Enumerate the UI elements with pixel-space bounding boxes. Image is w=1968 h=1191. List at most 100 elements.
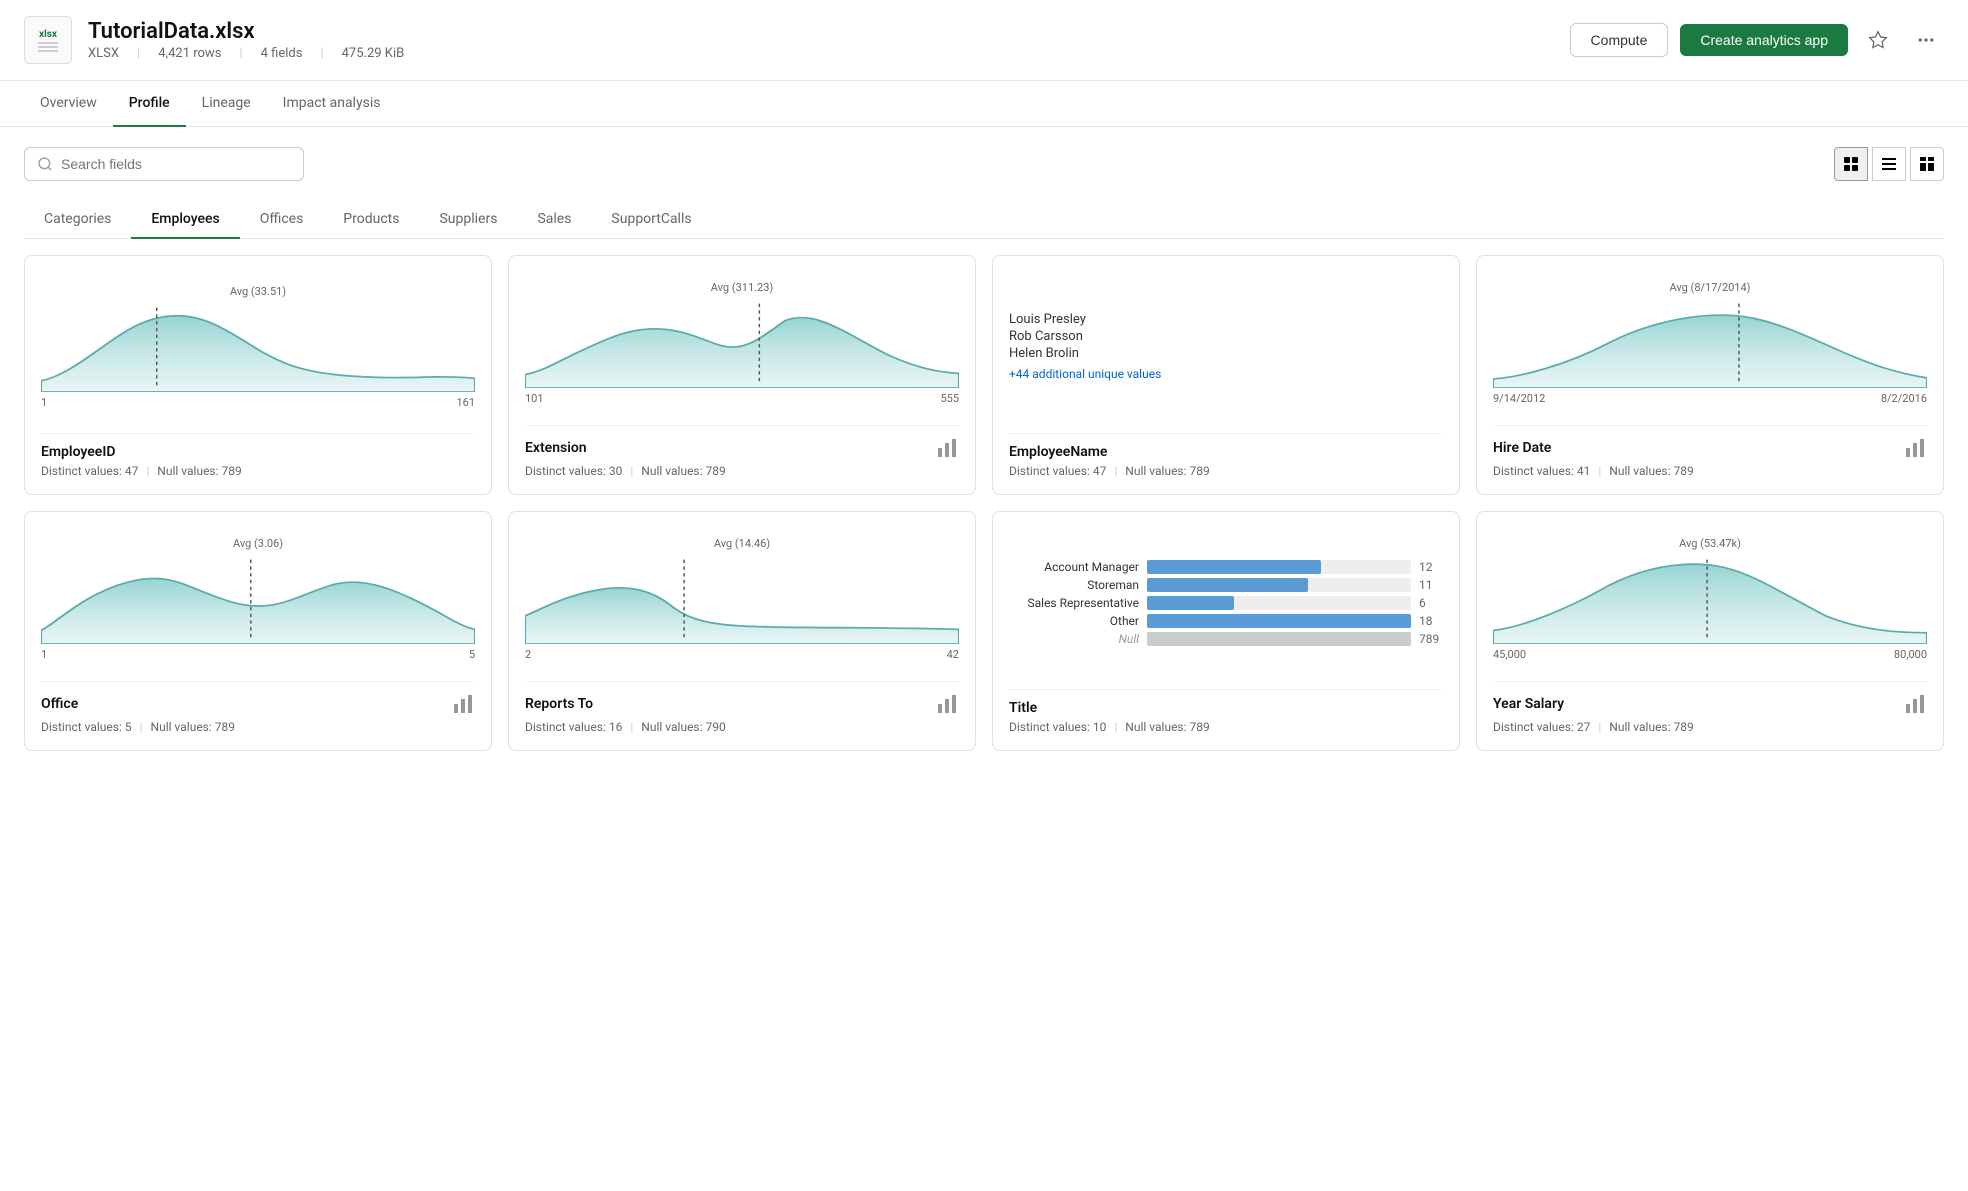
card-footer: Reports To Distinct values: 16 | Null va…	[525, 681, 959, 734]
bar-track	[1147, 632, 1411, 646]
chart-min: 1	[41, 396, 47, 409]
bar-fill	[1147, 632, 1411, 646]
doc-line	[38, 50, 58, 52]
cat-tab-sales[interactable]: Sales	[517, 201, 591, 239]
bar-value: 11	[1419, 578, 1443, 592]
field-name: Reports To	[525, 692, 959, 716]
avg-label: Avg (14.46)	[525, 537, 959, 550]
table-icon	[1919, 156, 1935, 172]
name-item: Rob Carsson	[1009, 329, 1443, 344]
null-label: Null values: 789	[1609, 720, 1693, 734]
card-stats: Distinct values: 41 | Null values: 789	[1493, 464, 1927, 478]
file-name: TutorialData.xlsx	[88, 19, 404, 44]
card-title: Account Manager 12 Storeman 11	[992, 511, 1460, 751]
search-input[interactable]	[61, 156, 291, 172]
chart-range: 9/14/2012 8/2/2016	[1493, 392, 1927, 405]
cat-tab-offices[interactable]: Offices	[240, 201, 324, 239]
bar-track	[1147, 560, 1411, 574]
card-employee-name: Louis Presley Rob Carsson Helen Brolin +…	[992, 255, 1460, 495]
field-name: Extension	[525, 436, 959, 460]
distinct-label: Distinct values: 16	[525, 720, 622, 734]
chart-min: 1	[41, 648, 47, 661]
card-stats: Distinct values: 27 | Null values: 789	[1493, 720, 1927, 734]
bar-label: Storeman	[1009, 578, 1139, 592]
bar-chart-icon	[935, 692, 959, 716]
file-type-label: xlsx	[39, 29, 57, 40]
page-header: xlsx TutorialData.xlsx XLSX | 4,421 rows…	[0, 0, 1968, 81]
sep3: |	[320, 46, 323, 61]
tab-profile[interactable]: Profile	[113, 81, 186, 127]
chart-min: 9/14/2012	[1493, 392, 1545, 405]
bar-label: Other	[1009, 614, 1139, 628]
doc-line	[38, 42, 58, 44]
chart-range: 2 42	[525, 648, 959, 661]
tab-impact-analysis[interactable]: Impact analysis	[267, 81, 397, 127]
distinct-label: Distinct values: 47	[41, 464, 138, 478]
bar-label-null: Null	[1009, 632, 1139, 646]
distinct-label: Distinct values: 27	[1493, 720, 1590, 734]
file-size: 475.29 KiB	[342, 46, 405, 61]
bar-fill	[1147, 560, 1321, 574]
card-reports-to: Avg (14.46) 2 42 Reports To Distinct va	[508, 511, 976, 751]
cat-tab-products[interactable]: Products	[323, 201, 419, 239]
avg-label: Avg (33.51)	[41, 285, 475, 298]
card-footer: EmployeeID Distinct values: 47 | Null va…	[41, 433, 475, 478]
distribution-chart	[525, 298, 959, 388]
toolbar	[24, 147, 1944, 181]
chart-hire-date: Avg (8/17/2014) 9/14/2012 8/2/2016	[1493, 272, 1927, 413]
card-stats: Distinct values: 5 | Null values: 789	[41, 720, 475, 734]
chart-office: Avg (3.06) 1 5	[41, 528, 475, 669]
chart-max: 555	[940, 392, 959, 405]
create-analytics-button[interactable]: Create analytics app	[1680, 24, 1848, 56]
chart-employee-name: Louis Presley Rob Carsson Helen Brolin +…	[1009, 272, 1443, 421]
field-name: Office	[41, 692, 475, 716]
chart-range: 1 161	[41, 396, 475, 409]
distribution-chart	[1493, 298, 1927, 388]
grid-icon	[1843, 156, 1859, 172]
main-tabs: Overview Profile Lineage Impact analysis	[0, 81, 1968, 127]
bar-value: 18	[1419, 614, 1443, 628]
more-options-button[interactable]	[1908, 22, 1944, 58]
cat-tab-supportcalls[interactable]: SupportCalls	[591, 201, 711, 239]
tab-lineage[interactable]: Lineage	[186, 81, 267, 127]
table-view-button[interactable]	[1910, 147, 1944, 181]
header-actions: Compute Create analytics app	[1570, 22, 1944, 58]
field-name: Title	[1009, 700, 1443, 716]
bar-value: 12	[1419, 560, 1443, 574]
search-box[interactable]	[24, 147, 304, 181]
null-label: Null values: 789	[1125, 720, 1209, 734]
file-info: TutorialData.xlsx XLSX | 4,421 rows | 4 …	[88, 19, 404, 61]
tab-overview[interactable]: Overview	[24, 81, 113, 127]
chart-max: 5	[469, 648, 475, 661]
ellipsis-icon	[1916, 30, 1936, 50]
distinct-label: Distinct values: 47	[1009, 464, 1106, 478]
cat-tab-suppliers[interactable]: Suppliers	[419, 201, 517, 239]
card-stats: Distinct values: 47 | Null values: 789	[41, 464, 475, 478]
bar-row: Other 18	[1009, 614, 1443, 628]
sep1: |	[137, 46, 140, 61]
card-footer: Hire Date Distinct values: 41 | Null val…	[1493, 425, 1927, 478]
bar-row: Storeman 11	[1009, 578, 1443, 592]
bar-chart-icon	[1903, 436, 1927, 460]
bookmark-button[interactable]	[1860, 22, 1896, 58]
bar-chart-icon	[451, 692, 475, 716]
sep2: |	[239, 46, 242, 61]
distribution-chart	[1493, 554, 1927, 644]
chart-min: 101	[525, 392, 544, 405]
chart-max: 161	[456, 396, 475, 409]
null-label: Null values: 789	[641, 464, 725, 478]
grid-view-button[interactable]	[1834, 147, 1868, 181]
cat-tab-employees[interactable]: Employees	[131, 201, 239, 239]
compute-button[interactable]: Compute	[1570, 23, 1669, 57]
card-footer: Title Distinct values: 10 | Null values:…	[1009, 689, 1443, 734]
card-hire-date: Avg (8/17/2014) 9/14/2012 8/2/2016 Hire …	[1476, 255, 1944, 495]
list-view-button[interactable]	[1872, 147, 1906, 181]
file-icon: xlsx	[24, 16, 72, 64]
name-list: Louis Presley Rob Carsson Helen Brolin +…	[1009, 302, 1443, 391]
field-name: EmployeeID	[41, 444, 475, 460]
chart-employee-id: Avg (33.51) 1 161	[41, 272, 475, 421]
distribution-chart	[41, 554, 475, 644]
chart-max: 80,000	[1894, 648, 1927, 661]
cat-tab-categories[interactable]: Categories	[24, 201, 131, 239]
chart-range: 45,000 80,000	[1493, 648, 1927, 661]
